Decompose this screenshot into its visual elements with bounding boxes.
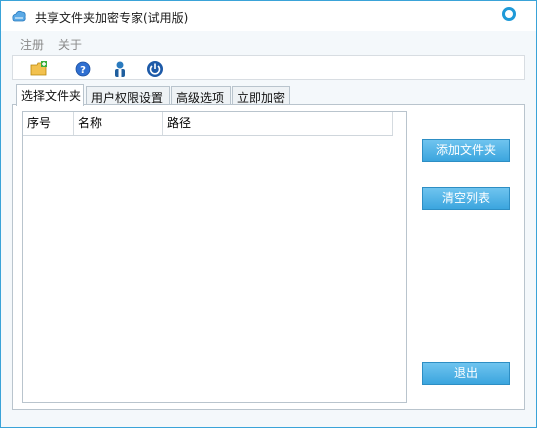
window-title: 共享文件夹加密专家(试用版) xyxy=(35,11,189,25)
tab-encrypt-now[interactable]: 立即加密 xyxy=(232,86,290,105)
column-header-name[interactable]: 名称 xyxy=(74,112,163,135)
folder-list[interactable]: 序号 名称 路径 xyxy=(22,111,407,403)
app-window: 共享文件夹加密专家(试用版) 注册 关于 ? 选择文件夹 用户权限设置 高级选项… xyxy=(0,0,537,428)
tab-select-folder[interactable]: 选择文件夹 xyxy=(16,84,84,106)
user-icon[interactable] xyxy=(111,60,129,78)
clear-list-button[interactable]: 清空列表 xyxy=(422,187,510,210)
add-folder-button[interactable]: 添加文件夹 xyxy=(422,139,510,162)
tab-user-permissions[interactable]: 用户权限设置 xyxy=(86,86,170,105)
app-logo-icon xyxy=(12,10,26,22)
list-header: 序号 名称 路径 xyxy=(23,112,393,136)
toolbar: ? xyxy=(12,55,525,80)
title-bar: 共享文件夹加密专家(试用版) xyxy=(1,1,536,31)
column-header-index[interactable]: 序号 xyxy=(23,112,74,135)
svg-text:?: ? xyxy=(80,65,86,76)
menu-about[interactable]: 关于 xyxy=(58,36,82,53)
add-folder-icon[interactable] xyxy=(30,60,48,78)
tab-panel: 序号 名称 路径 添加文件夹 清空列表 退出 xyxy=(12,104,525,410)
window-footer xyxy=(1,412,536,427)
help-icon[interactable]: ? xyxy=(74,60,92,78)
menu-register[interactable]: 注册 xyxy=(20,36,44,53)
exit-button[interactable]: 退出 xyxy=(422,362,510,385)
close-button[interactable] xyxy=(502,7,516,21)
tab-advanced-options[interactable]: 高级选项 xyxy=(171,86,231,105)
menu-bar: 注册 关于 xyxy=(1,32,536,54)
column-header-path[interactable]: 路径 xyxy=(163,112,393,135)
power-icon[interactable] xyxy=(146,60,164,78)
